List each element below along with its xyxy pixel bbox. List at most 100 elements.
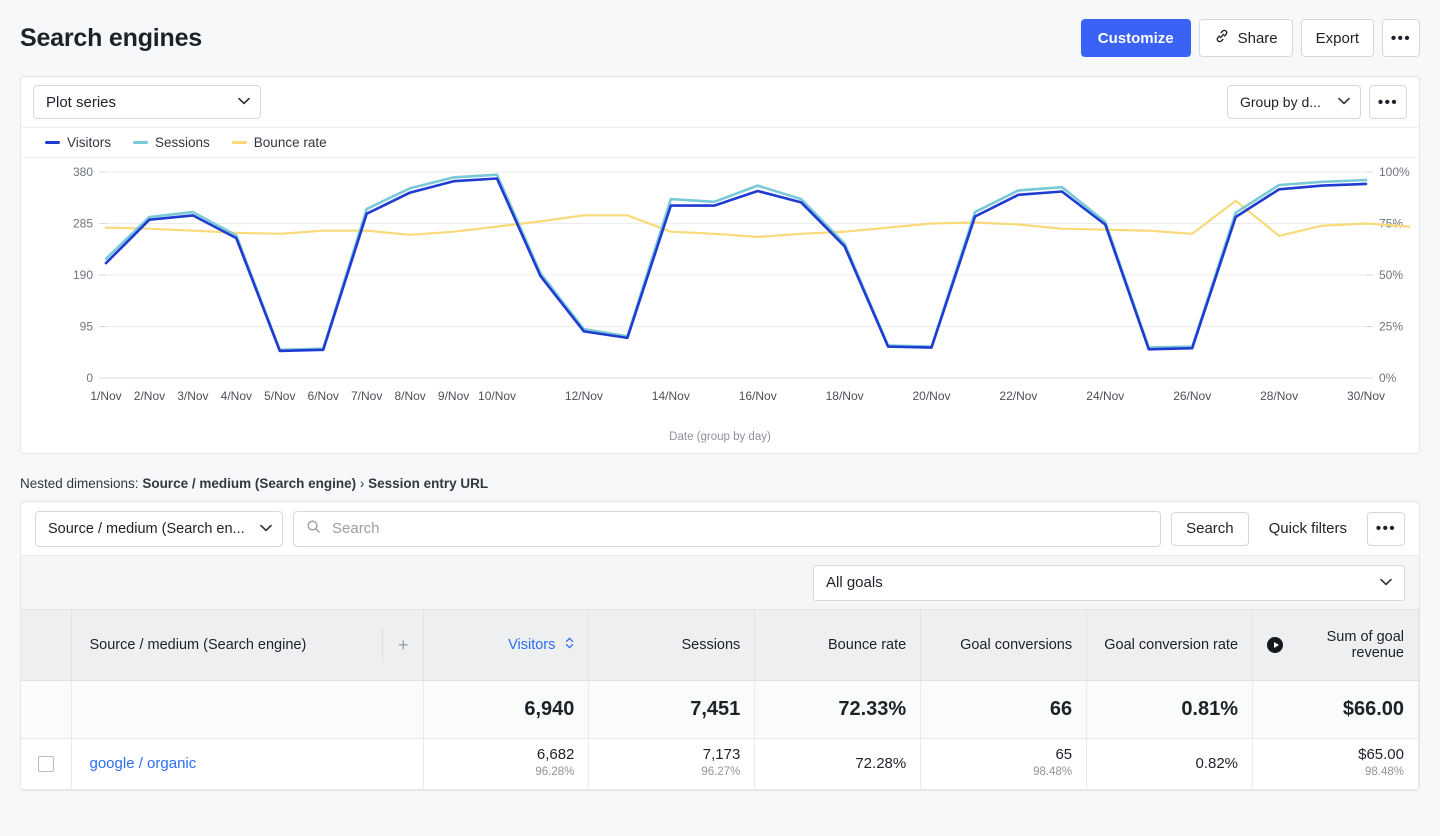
svg-text:10/Nov: 10/Nov — [478, 389, 516, 403]
column-header-goal-conversions[interactable]: Goal conversions — [920, 610, 1088, 681]
row-goal-conversion-rate: 0.82% — [1086, 738, 1254, 790]
svg-text:1/Nov: 1/Nov — [90, 389, 121, 403]
column-header-goal-conversion-rate[interactable]: Goal conversion rate — [1086, 610, 1254, 681]
group-by-value: Group by d... — [1240, 94, 1321, 110]
header-more-button[interactable]: ••• — [1382, 19, 1420, 57]
table-row[interactable]: google / organic 6,682 96.28% 7,173 96.2… — [21, 738, 1419, 790]
svg-text:5/Nov: 5/Nov — [264, 389, 295, 403]
column-header-visitors[interactable]: Visitors — [423, 610, 590, 681]
table-header-row: Source / medium (Search engine) + Visito… — [21, 610, 1419, 681]
row-checkbox[interactable] — [37, 756, 54, 773]
svg-text:4/Nov: 4/Nov — [221, 389, 252, 403]
row-goal-conversions-value: 65 — [1055, 746, 1073, 764]
nested-dimension-1[interactable]: Source / medium (Search engine) — [142, 476, 356, 491]
export-button[interactable]: Export — [1300, 19, 1374, 57]
row-dimension-link[interactable]: google / organic — [90, 755, 197, 772]
sort-icon — [565, 637, 574, 652]
row-select-cell[interactable] — [21, 738, 72, 790]
chart-more-button[interactable]: ••• — [1369, 85, 1407, 119]
goals-select[interactable]: All goals — [813, 564, 1405, 601]
svg-text:24/Nov: 24/Nov — [1086, 389, 1124, 403]
nested-separator: › — [356, 476, 369, 491]
row-visitors: 6,682 96.28% — [423, 738, 590, 790]
svg-text:12/Nov: 12/Nov — [565, 389, 603, 403]
column-header-visitors-label: Visitors — [508, 636, 556, 653]
analytics-page: Search engines Customize Share Export ••… — [0, 0, 1440, 836]
breadcrumb: Nested dimensions: Source / medium (Sear… — [20, 476, 1420, 491]
svg-text:16/Nov: 16/Nov — [739, 389, 777, 403]
row-goal-revenue-value: $65.00 — [1358, 746, 1404, 764]
svg-text:75%: 75% — [1379, 217, 1403, 231]
svg-text:28/Nov: 28/Nov — [1260, 389, 1298, 403]
column-header-dimension-label: Source / medium (Search engine) — [89, 636, 307, 653]
search-field[interactable] — [293, 510, 1162, 547]
more-icon: ••• — [1377, 93, 1399, 111]
x-axis-title: Date (group by day) — [669, 431, 771, 443]
share-button[interactable]: Share — [1198, 19, 1293, 57]
totals-goal-revenue: $66.00 — [1252, 680, 1419, 739]
more-icon: ••• — [1390, 29, 1412, 47]
legend-label-visitors: Visitors — [67, 135, 112, 150]
svg-text:30/Nov: 30/Nov — [1347, 389, 1385, 403]
totals-visitors: 6,940 — [423, 680, 590, 739]
legend-item-bounce-rate[interactable]: Bounce rate — [231, 135, 327, 150]
totals-row: 6,940 7,451 72.33% 66 0.81% $66.00 — [21, 680, 1419, 739]
totals-bounce-rate: 72.33% — [754, 680, 922, 739]
svg-text:2/Nov: 2/Nov — [134, 389, 165, 403]
totals-label-cell — [71, 680, 424, 739]
chevron-down-icon — [226, 96, 250, 108]
search-input[interactable] — [330, 519, 1149, 538]
row-goal-conversions: 65 98.48% — [920, 738, 1088, 790]
column-header-goal-revenue-label: Sum of goal revenue — [1326, 628, 1404, 661]
totals-goal-conversion-rate: 0.81% — [1086, 680, 1254, 739]
column-header-dimension[interactable]: Source / medium (Search engine) + — [71, 610, 424, 681]
plot-series-select[interactable]: Plot series — [33, 85, 261, 119]
svg-text:50%: 50% — [1379, 268, 1403, 282]
legend-swatch-visitors — [45, 141, 60, 144]
more-icon: ••• — [1375, 520, 1397, 537]
goals-select-value: All goals — [826, 574, 883, 591]
chart-toolbar-right: Group by d... ••• — [1227, 85, 1407, 119]
row-goal-revenue: $65.00 98.48% — [1252, 738, 1419, 790]
row-dimension-cell: google / organic — [71, 738, 424, 790]
legend-item-visitors[interactable]: Visitors — [45, 135, 111, 150]
legend-item-sessions[interactable]: Sessions — [133, 135, 210, 150]
report-table: Source / medium (Search engine) + Visito… — [21, 610, 1419, 790]
plus-icon[interactable]: + — [398, 636, 409, 654]
group-by-select[interactable]: Group by d... — [1227, 85, 1361, 119]
page-title: Search engines — [20, 23, 203, 52]
legend-swatch-sessions — [133, 141, 149, 144]
row-visitors-value: 6,682 — [536, 746, 575, 764]
chevron-down-icon — [1326, 96, 1350, 108]
svg-text:95: 95 — [80, 320, 94, 334]
row-visitors-percent: 96.28% — [535, 765, 575, 778]
svg-text:100%: 100% — [1379, 165, 1410, 179]
chevron-down-icon — [1380, 577, 1392, 589]
svg-text:8/Nov: 8/Nov — [394, 389, 425, 403]
table-more-button[interactable]: ••• — [1367, 511, 1405, 546]
link-icon — [1214, 28, 1230, 48]
dimension-select[interactable]: Source / medium (Search en... — [35, 510, 283, 547]
svg-text:9/Nov: 9/Nov — [438, 389, 469, 403]
svg-text:6/Nov: 6/Nov — [308, 389, 339, 403]
search-icon — [306, 519, 321, 539]
nested-dimension-2[interactable]: Session entry URL — [368, 476, 488, 491]
quick-filters-button[interactable]: Quick filters — [1259, 520, 1357, 537]
row-bounce-rate: 72.28% — [754, 738, 922, 790]
svg-text:26/Nov: 26/Nov — [1173, 389, 1211, 403]
column-header-goal-revenue[interactable]: Sum of goal revenue — [1252, 610, 1419, 681]
svg-text:14/Nov: 14/Nov — [652, 389, 690, 403]
column-header-bounce-rate[interactable]: Bounce rate — [754, 610, 922, 681]
customize-button[interactable]: Customize — [1080, 19, 1191, 57]
row-sessions-percent: 96.27% — [701, 765, 741, 778]
search-button[interactable]: Search — [1171, 511, 1249, 546]
header-actions: Customize Share Export ••• — [1080, 19, 1420, 57]
row-sessions: 7,173 96.27% — [588, 738, 756, 790]
svg-text:20/Nov: 20/Nov — [913, 389, 951, 403]
chart-plot-area[interactable]: 0 95 190 285 380 0% 25% 50% 75% 100% 1/Nov 2/Nov 3/N… — [21, 158, 1419, 453]
column-header-sessions[interactable]: Sessions — [588, 610, 756, 681]
svg-text:7/Nov: 7/Nov — [351, 389, 382, 403]
column-header-select — [21, 610, 72, 681]
table-toolbar: Source / medium (Search en... Search Qui… — [21, 502, 1419, 556]
totals-select-cell — [21, 680, 72, 739]
